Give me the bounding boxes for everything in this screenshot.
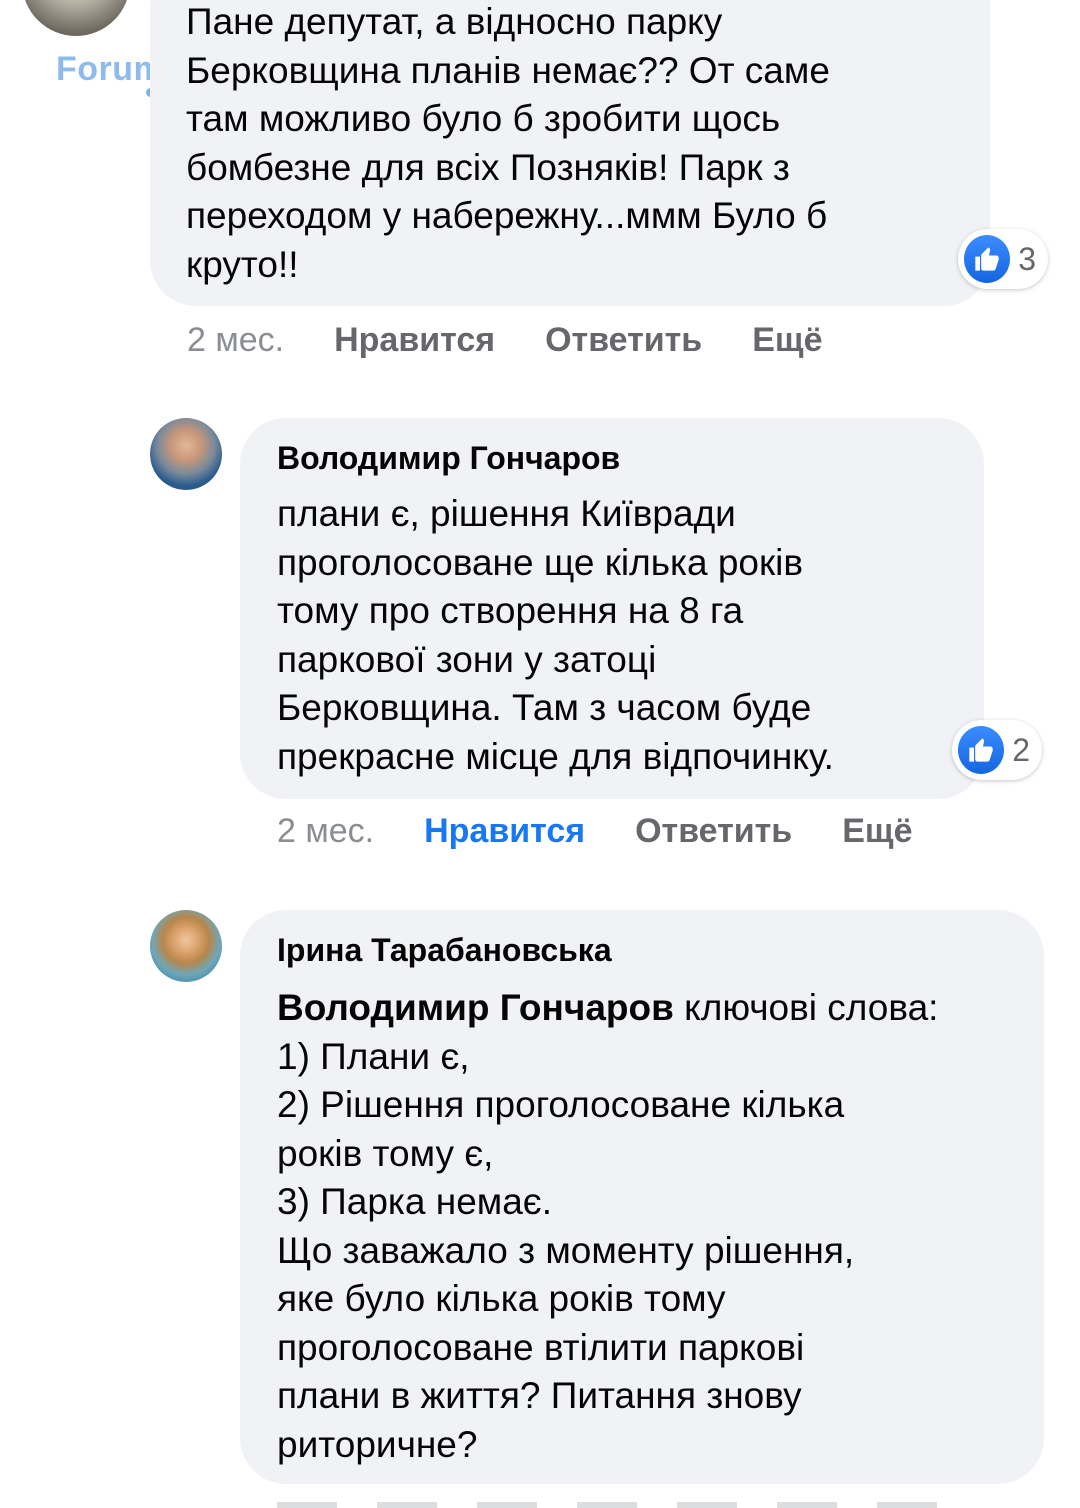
reply-button[interactable]: Ответить [545, 320, 702, 360]
avatar[interactable] [150, 418, 222, 490]
like-button[interactable]: Нравится [424, 811, 585, 851]
comment-text: плани є, рішення Київради проголосоване … [277, 493, 834, 777]
comment-text-after-mention: ключові слова: [673, 987, 939, 1028]
more-button[interactable]: Ещё [842, 811, 912, 851]
comment-author[interactable]: Ірина Тарабановська [277, 930, 1044, 970]
reaction-count-number: 3 [1018, 240, 1036, 277]
like-button[interactable]: Нравится [334, 320, 495, 360]
comment-text: 1) Плани є, 2) Рішення проголосоване кіл… [277, 1035, 855, 1465]
comment-actions-cutoff [277, 1496, 937, 1508]
mention-link[interactable]: Володимир Гончаров [277, 987, 674, 1028]
comment-bubble: Ірина Тарабановська Володимир Гончаров к… [240, 910, 1044, 1484]
like-reaction-icon [958, 726, 1005, 774]
reply-button[interactable]: Ответить [635, 811, 792, 851]
comment-actions: 2 мес. Нравится Ответить Ещё [187, 320, 823, 360]
comment-text: Пане депутат, а відносно парку Берковщин… [186, 1, 830, 285]
avatar[interactable] [22, 0, 130, 36]
comment-author[interactable]: Володимир Гончаров [277, 438, 984, 478]
comment-bubble: Пане депутат, а відносно парку Берковщин… [150, 0, 990, 306]
reaction-count[interactable]: 2 [952, 720, 1042, 780]
comment-timestamp[interactable]: 2 мес. [277, 811, 374, 851]
comment-actions: 2 мес. Нравится Ответить Ещё [277, 811, 913, 851]
comment-bubble: Володимир Гончаров плани є, рішення Київ… [240, 418, 984, 799]
reaction-count[interactable]: 3 [958, 229, 1048, 289]
comment-timestamp[interactable]: 2 мес. [187, 320, 284, 360]
like-reaction-icon [964, 235, 1011, 283]
reaction-count-number: 2 [1012, 731, 1030, 768]
comment-text-first-line: Володимир Гончаров ключові слова: [277, 984, 1044, 1033]
more-button[interactable]: Ещё [752, 320, 822, 360]
avatar[interactable] [150, 910, 222, 982]
